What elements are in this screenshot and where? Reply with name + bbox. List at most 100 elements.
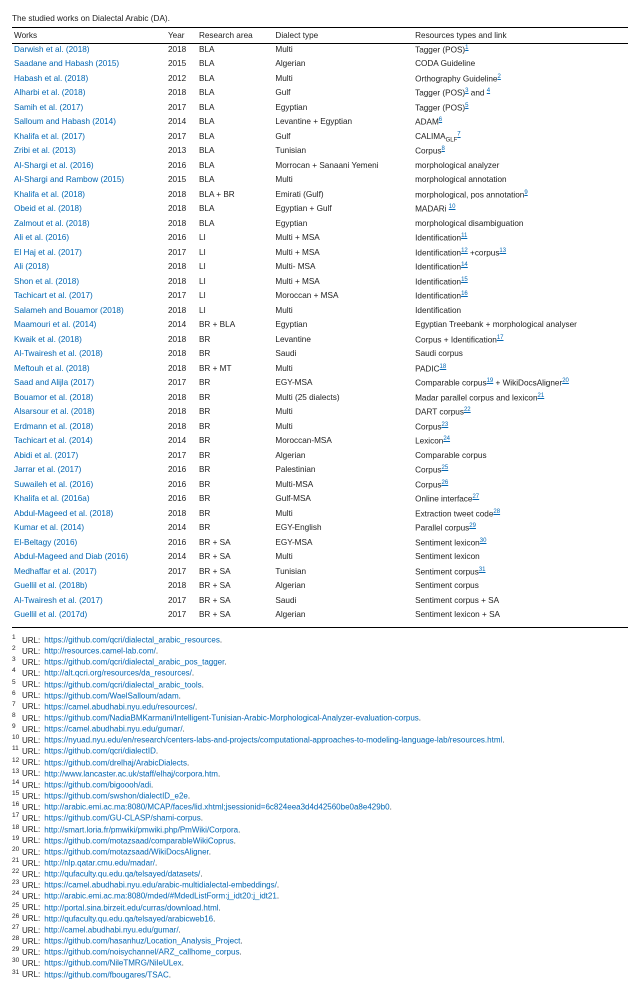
- footnote-url-link[interactable]: http://qufaculty.qu.edu.qa/telsayed/arab…: [44, 914, 213, 923]
- footnote-ref[interactable]: 9: [524, 190, 527, 196]
- work-citation-link[interactable]: Bouamor et al. (2018): [14, 393, 93, 403]
- work-citation-link[interactable]: Al-Twairesh et al. (2017): [14, 596, 103, 606]
- footnote-ref[interactable]: 11: [461, 233, 467, 239]
- footnote-url-link[interactable]: http://smart.loria.fr/pmwiki/pmwiki.php/…: [44, 825, 238, 834]
- footnote-ref[interactable]: 7: [457, 132, 460, 138]
- footnote-ref[interactable]: 24: [443, 436, 450, 442]
- footnote-ref[interactable]: 29: [469, 523, 476, 529]
- footnote-url-link[interactable]: https://github.com/motazsaad/WikiDocsAli…: [44, 848, 209, 857]
- work-citation-link[interactable]: Zalmout et al. (2018): [14, 219, 90, 229]
- work-citation-link[interactable]: Jarrar et al. (2017): [14, 465, 81, 475]
- footnote-ref[interactable]: 18: [440, 364, 447, 370]
- footnote-url-link[interactable]: http://arabic.emi.ac.ma:8080/MCAP/faces/…: [44, 803, 389, 812]
- footnote-url-link[interactable]: https://github.com/qcri/dialectal_arabic…: [44, 636, 220, 645]
- footnote-ref[interactable]: 5: [465, 103, 468, 109]
- footnote-ref[interactable]: 1: [465, 45, 468, 51]
- work-citation-link[interactable]: Alharbi et al. (2018): [14, 88, 85, 98]
- work-citation-link[interactable]: Ali (2018): [14, 262, 49, 272]
- work-citation-link[interactable]: Abdul-Mageed et al. (2018): [14, 509, 113, 519]
- footnote-url-link[interactable]: https://github.com/qcri/dialectal_arabic…: [44, 680, 201, 689]
- work-citation-link[interactable]: Salloum and Habash (2014): [14, 117, 116, 127]
- footnote-ref[interactable]: 31: [479, 567, 486, 573]
- footnote-ref[interactable]: 27: [472, 494, 479, 500]
- work-citation-link[interactable]: El Haj et al. (2017): [14, 248, 82, 258]
- footnote-ref[interactable]: 20: [562, 378, 569, 384]
- work-citation-link[interactable]: Al-Shargi and Rambow (2015): [14, 175, 124, 185]
- footnote-url-link[interactable]: https://github.com/noisychannel/ARZ_call…: [44, 948, 239, 957]
- work-citation-link[interactable]: Kumar et al. (2014): [14, 523, 84, 533]
- footnote-ref[interactable]: 8: [442, 146, 445, 152]
- work-citation-link[interactable]: Al-Twairesh et al. (2018): [14, 349, 103, 359]
- footnote-url-link[interactable]: https://camel.abudhabi.nyu.edu/gumar/: [44, 725, 182, 734]
- work-citation-link[interactable]: Al-Shargi et al. (2016): [14, 161, 94, 171]
- footnote-url-link[interactable]: https://github.com/qcri/dialectal_arabic…: [44, 658, 224, 667]
- footnote-ref[interactable]: 4: [487, 88, 490, 94]
- work-citation-link[interactable]: Tachicart et al. (2014): [14, 436, 93, 446]
- work-citation-link[interactable]: Obeid et al. (2018): [14, 204, 82, 214]
- work-citation-link[interactable]: Tachicart et al. (2017): [14, 291, 93, 301]
- footnote-url-link[interactable]: https://github.com/fbougares/TSAC: [44, 970, 169, 979]
- work-citation-link[interactable]: Ali et al. (2016): [14, 233, 69, 243]
- footnote-ref[interactable]: 16: [461, 291, 468, 297]
- footnote-url-link[interactable]: http://alt.qcri.org/resources/da_resourc…: [44, 669, 192, 678]
- work-citation-link[interactable]: Kwaik et al. (2018): [14, 335, 82, 345]
- work-citation-link[interactable]: El-Beltagy (2016): [14, 538, 77, 548]
- footnote-url-link[interactable]: https://github.com/WaelSalloum/adam: [44, 691, 178, 700]
- footnote-url-link[interactable]: https://github.com/drelhaj/ArabicDialect…: [44, 758, 187, 767]
- footnote-ref[interactable]: 15: [461, 277, 468, 283]
- footnote-url-link[interactable]: http://arabic.emi.ac.ma:8080/mded/#MdedL…: [44, 892, 277, 901]
- work-citation-link[interactable]: Saadane and Habash (2015): [14, 59, 119, 69]
- footnote-ref[interactable]: 13: [499, 248, 506, 254]
- work-citation-link[interactable]: Guellil et al. (2018b): [14, 581, 87, 591]
- footnote-ref[interactable]: 25: [442, 465, 449, 471]
- footnote-ref[interactable]: 6: [439, 117, 442, 123]
- work-citation-link[interactable]: Suwaileh et al. (2016): [14, 480, 93, 490]
- footnote-ref[interactable]: 12: [461, 248, 468, 254]
- footnote-url-link[interactable]: https://github.com/swshon/dialectID_e2e: [44, 792, 188, 801]
- work-citation-link[interactable]: Maamouri et al. (2014): [14, 320, 96, 330]
- work-citation-link[interactable]: Abdul-Mageed and Diab (2016): [14, 552, 128, 562]
- footnote-url-link[interactable]: https://camel.abudhabi.nyu.edu/arabic-mu…: [44, 881, 277, 890]
- footnote-url-link[interactable]: https://github.com/bigoooh/adi: [44, 781, 151, 790]
- footnote-url-link[interactable]: https://github.com/hasanhuz/Location_Ana…: [44, 937, 240, 946]
- work-citation-link[interactable]: Saad and Alijla (2017): [14, 378, 94, 388]
- footnote-url-link[interactable]: https://camel.abudhabi.nyu.edu/resources…: [44, 702, 195, 711]
- footnote-ref[interactable]: 28: [493, 509, 500, 515]
- footnote-url-link[interactable]: http://resources.camel-lab.com/: [44, 647, 156, 656]
- footnote-ref[interactable]: 2: [498, 74, 501, 80]
- work-citation-link[interactable]: Khalifa et al. (2018): [14, 190, 85, 200]
- footnote-ref[interactable]: 10: [449, 204, 456, 210]
- footnote-url-link[interactable]: http://camel.abudhabi.nyu.edu/gumar/: [44, 926, 178, 935]
- work-citation-link[interactable]: Habash et al. (2018): [14, 74, 88, 84]
- footnote-ref[interactable]: 3: [465, 88, 468, 94]
- footnote-url-link[interactable]: https://github.com/NileTMRG/NileULex: [44, 959, 181, 968]
- footnote-url-link[interactable]: http://qufaculty.qu.edu.qa/telsayed/data…: [44, 870, 200, 879]
- footnote-url-link[interactable]: https://github.com/qcri/dialectID: [44, 747, 156, 756]
- work-citation-link[interactable]: Darwish et al. (2018): [14, 45, 90, 55]
- footnote-url-link[interactable]: https://github.com/GU-CLASP/shami-corpus: [44, 814, 201, 823]
- work-citation-link[interactable]: Khalifa et al. (2017): [14, 132, 85, 142]
- work-citation-link[interactable]: Medhaffar et al. (2017): [14, 567, 97, 577]
- work-citation-link[interactable]: Meftouh et al. (2018): [14, 364, 90, 374]
- footnote-url-link[interactable]: http://nlp.qatar.cmu.edu/madar/: [44, 859, 155, 868]
- footnote-ref[interactable]: 30: [480, 538, 487, 544]
- footnote-url-link[interactable]: https://github.com/motazsaad/comparableW…: [44, 836, 233, 845]
- footnote-ref[interactable]: 26: [442, 480, 449, 486]
- work-citation-link[interactable]: Zribi et al. (2013): [14, 146, 76, 156]
- work-citation-link[interactable]: Khalifa et al. (2016a): [14, 494, 90, 504]
- work-citation-link[interactable]: Abidi et al. (2017): [14, 451, 78, 461]
- work-citation-link[interactable]: Guellil et al. (2017d): [14, 610, 87, 620]
- footnote-ref[interactable]: 22: [464, 407, 471, 413]
- work-citation-link[interactable]: Salameh and Bouamor (2018): [14, 306, 124, 316]
- footnote-ref[interactable]: 14: [461, 262, 468, 268]
- footnote-url-link[interactable]: https://github.com/NadiaBMKarmani/Intell…: [44, 714, 419, 723]
- footnote-ref[interactable]: 17: [497, 335, 504, 341]
- work-citation-link[interactable]: Erdmann et al. (2018): [14, 422, 93, 432]
- work-citation-link[interactable]: Alsarsour et al. (2018): [14, 407, 95, 417]
- footnote-url-link[interactable]: https://nyuad.nyu.edu/en/research/center…: [44, 736, 502, 745]
- footnote-ref[interactable]: 23: [442, 422, 449, 428]
- footnote-ref[interactable]: 19: [487, 378, 494, 384]
- footnote-ref[interactable]: 21: [538, 393, 545, 399]
- work-citation-link[interactable]: Samih et al. (2017): [14, 103, 83, 113]
- work-citation-link[interactable]: Shon et al. (2018): [14, 277, 79, 287]
